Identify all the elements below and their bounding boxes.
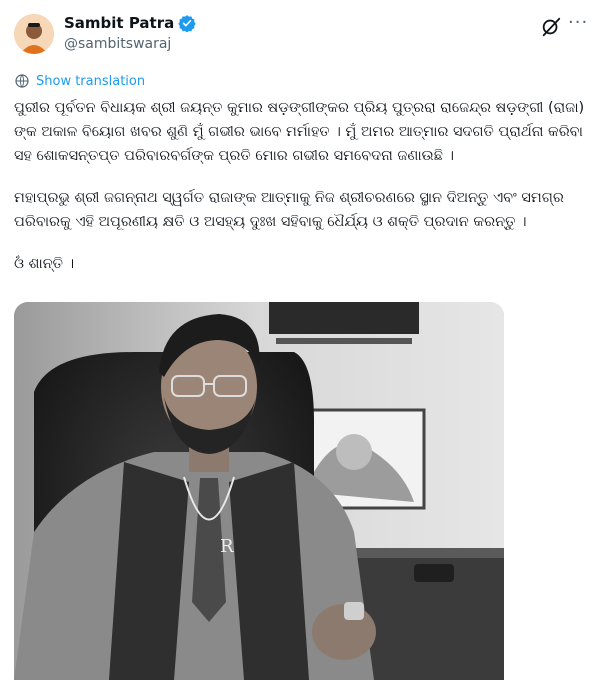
verified-badge-icon [178, 14, 196, 33]
translate-icon [14, 73, 30, 89]
portrait-photo: R [14, 302, 504, 680]
avatar-image [14, 14, 54, 54]
post-header: Sambit Patra @sambitswaraj ··· [0, 0, 600, 60]
grok-icon[interactable] [540, 16, 562, 38]
post-paragraph-1: ପୁରୀର ପୂର୍ବତନ ବିଧାୟକ ଶ୍ରୀ ଜୟନ୍ତ କୁମାର ଷଡ… [14, 100, 585, 164]
post-photo[interactable]: R [14, 302, 504, 680]
post-paragraph-3: ଓଁ ଶାନ୍ତି । [14, 256, 75, 272]
show-translation-label[interactable]: Show translation [36, 74, 145, 89]
pendant-letter: R [220, 536, 234, 557]
post-text: ପୁରୀର ପୂର୍ବତନ ବିଧାୟକ ଶ୍ରୀ ଜୟନ୍ତ କୁମାର ଷଡ… [14, 96, 586, 294]
post-paragraph-2: ମହାପ୍ରଭୁ ଶ୍ରୀ ଜଗନ୍ନାଥ ସ୍ୱର୍ଗତ ରାଜାଙ୍କ ଆତ… [14, 190, 564, 230]
author-name[interactable]: Sambit Patra [64, 14, 174, 32]
author-name-row: Sambit Patra [64, 14, 196, 33]
author-handle[interactable]: @sambitswaraj [64, 36, 171, 52]
avatar[interactable] [14, 14, 54, 54]
more-options-icon[interactable]: ··· [568, 12, 588, 33]
show-translation-link[interactable]: Show translation [14, 73, 145, 89]
